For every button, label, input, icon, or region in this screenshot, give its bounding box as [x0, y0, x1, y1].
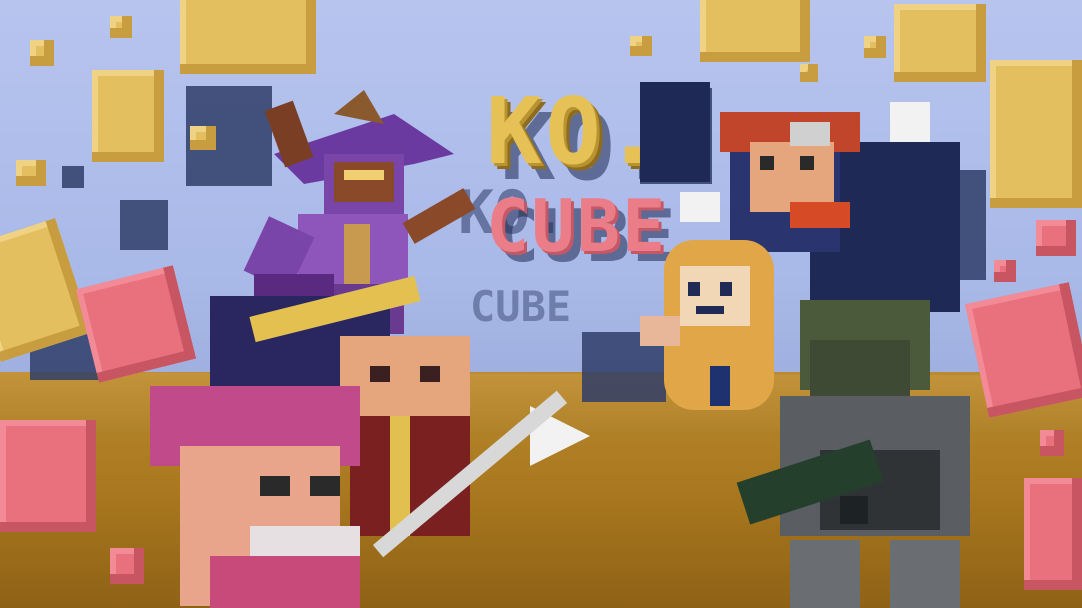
soldier-character — [736, 300, 970, 608]
cube-shadow — [62, 166, 84, 188]
gold-cube — [700, 0, 810, 62]
brawler-character — [150, 275, 590, 608]
gold-cube — [990, 60, 1082, 208]
gold-cube — [800, 64, 818, 82]
pink-cube — [994, 260, 1016, 282]
gold-cube — [190, 126, 216, 150]
gold-cube — [110, 16, 132, 38]
gold-cube — [92, 70, 164, 162]
gold-cube — [16, 160, 46, 186]
cube-shadow — [120, 200, 168, 250]
pink-cube — [1036, 220, 1076, 256]
gold-cube — [180, 0, 316, 74]
pink-cube — [1024, 478, 1082, 590]
gold-cube — [630, 36, 652, 56]
game-title-scene: KO. CUBE KO. CUBE — [0, 0, 1082, 608]
pink-cube — [1040, 430, 1064, 456]
pink-cube — [0, 420, 96, 532]
gold-cube — [894, 4, 986, 82]
pink-cube — [110, 548, 144, 584]
gold-cube — [30, 40, 54, 66]
gold-cube — [864, 36, 886, 58]
